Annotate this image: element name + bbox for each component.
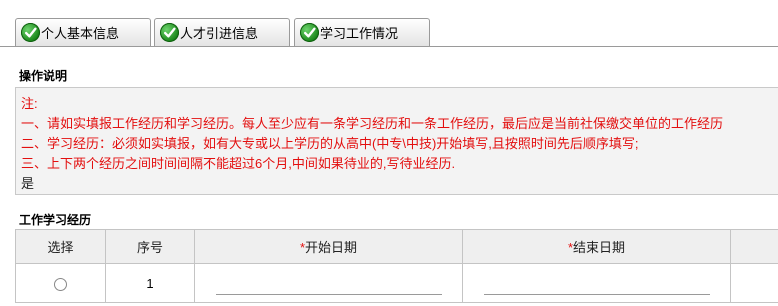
column-header-extra — [730, 229, 778, 264]
checkmark-icon — [21, 23, 40, 42]
note-line: 注: — [21, 96, 38, 111]
extra-cell — [730, 263, 778, 303]
tab-bar: 个人基本信息 人才引进信息 学习工作情况 — [0, 0, 778, 47]
start-date-input[interactable] — [215, 271, 442, 295]
column-header-index: 序号 — [105, 229, 195, 264]
tab-label: 学习工作情况 — [320, 26, 399, 41]
note-line: 二、学习经历：必须如实填报，如有大专或以上学历的从高中(中专\中技)开始填写,且… — [21, 136, 639, 151]
instructions-title: 操作说明 — [19, 69, 68, 83]
tab-talent-intro[interactable]: 人才引进信息 — [154, 18, 290, 46]
end-date-cell — [462, 263, 731, 303]
end-date-input[interactable] — [483, 271, 710, 295]
instructions-box: 注: 一、请如实填报工作经历和学习经历。每人至少应有一条学习经历和一条工作经历，… — [15, 87, 778, 195]
table-header-row: 选择 序号 *开始日期 *结束日期 — [15, 229, 778, 264]
note-line: 一、请如实填报工作经历和学习经历。每人至少应有一条学习经历和一条工作经历，最后应… — [21, 116, 724, 131]
checkmark-icon — [160, 23, 179, 42]
start-date-label: 开始日期 — [305, 240, 358, 255]
column-header-end-date: *结束日期 — [462, 229, 731, 264]
checkmark-icon — [300, 23, 319, 42]
experience-table: 选择 序号 *开始日期 *结束日期 1 — [15, 229, 778, 303]
start-date-cell — [194, 263, 463, 303]
experience-title: 工作学习经历 — [19, 213, 92, 227]
table-row: 1 — [15, 263, 778, 303]
row-select-radio[interactable] — [54, 277, 67, 291]
tab-label: 个人基本信息 — [41, 26, 120, 41]
tab-personal-info[interactable]: 个人基本信息 — [15, 18, 151, 46]
column-header-start-date: *开始日期 — [194, 229, 463, 264]
tab-study-work[interactable]: 学习工作情况 — [294, 18, 430, 46]
column-header-select: 选择 — [15, 229, 106, 264]
select-cell — [15, 263, 106, 303]
tab-label: 人才引进信息 — [180, 26, 259, 41]
note-line: 是 — [21, 176, 35, 191]
index-cell: 1 — [105, 263, 195, 303]
note-line: 三、上下两个经历之间时间间隔不能超过6个月,中间如果待业的,写待业经历. — [21, 156, 456, 171]
end-date-label: 结束日期 — [573, 240, 626, 255]
